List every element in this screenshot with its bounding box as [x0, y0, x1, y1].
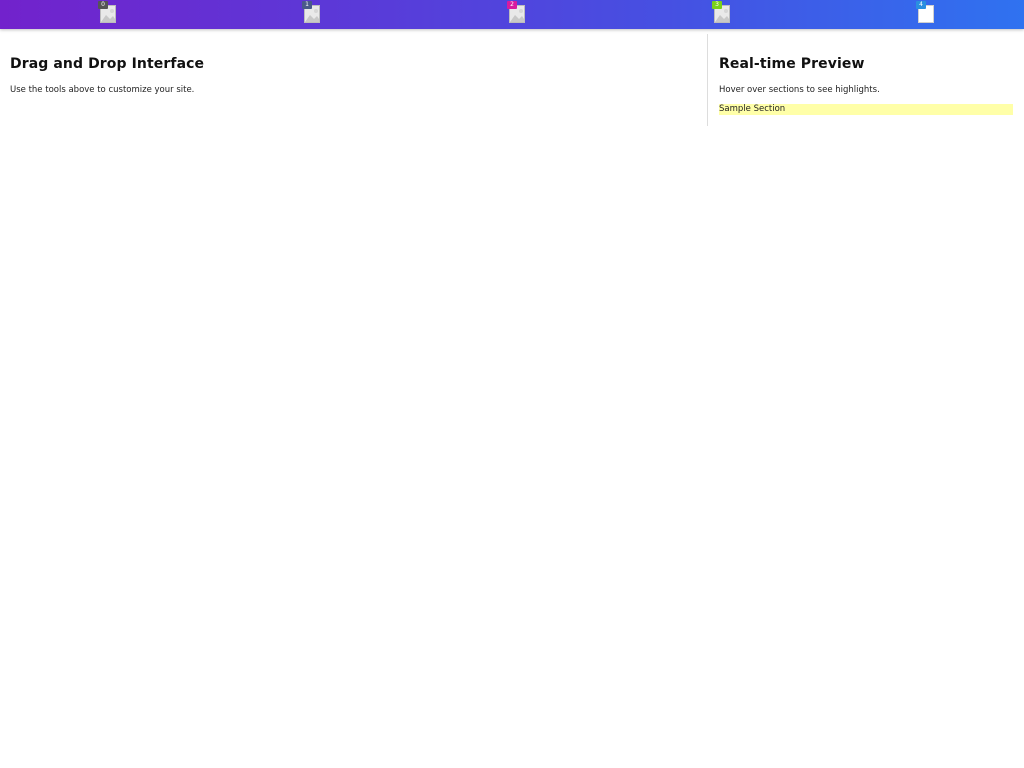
- tool-button-1[interactable]: 1: [302, 0, 324, 29]
- tool-badge: 4: [916, 1, 926, 9]
- tool-button-4[interactable]: 4: [916, 0, 938, 29]
- tool-button-3[interactable]: 3: [712, 0, 734, 29]
- page-description: Use the tools above to customize your si…: [10, 85, 195, 95]
- tool-button-0[interactable]: 0: [98, 0, 120, 29]
- tool-button-2[interactable]: 2: [507, 0, 529, 29]
- preview-title: Real-time Preview: [719, 56, 865, 72]
- tool-badge: 1: [302, 1, 312, 9]
- tool-badge: 0: [98, 1, 108, 9]
- tool-badge: 3: [712, 1, 722, 9]
- preview-description: Hover over sections to see highlights.: [719, 85, 880, 95]
- preview-panel: Real-time Preview Hover over sections to…: [709, 34, 1024, 126]
- page-title: Drag and Drop Interface: [10, 56, 205, 72]
- sample-section[interactable]: Sample Section: [719, 104, 1013, 115]
- editor-panel: Drag and Drop Interface Use the tools ab…: [0, 34, 708, 126]
- toolbar: 0 1 2 3 4: [0, 0, 1024, 29]
- tool-badge: 2: [507, 1, 517, 9]
